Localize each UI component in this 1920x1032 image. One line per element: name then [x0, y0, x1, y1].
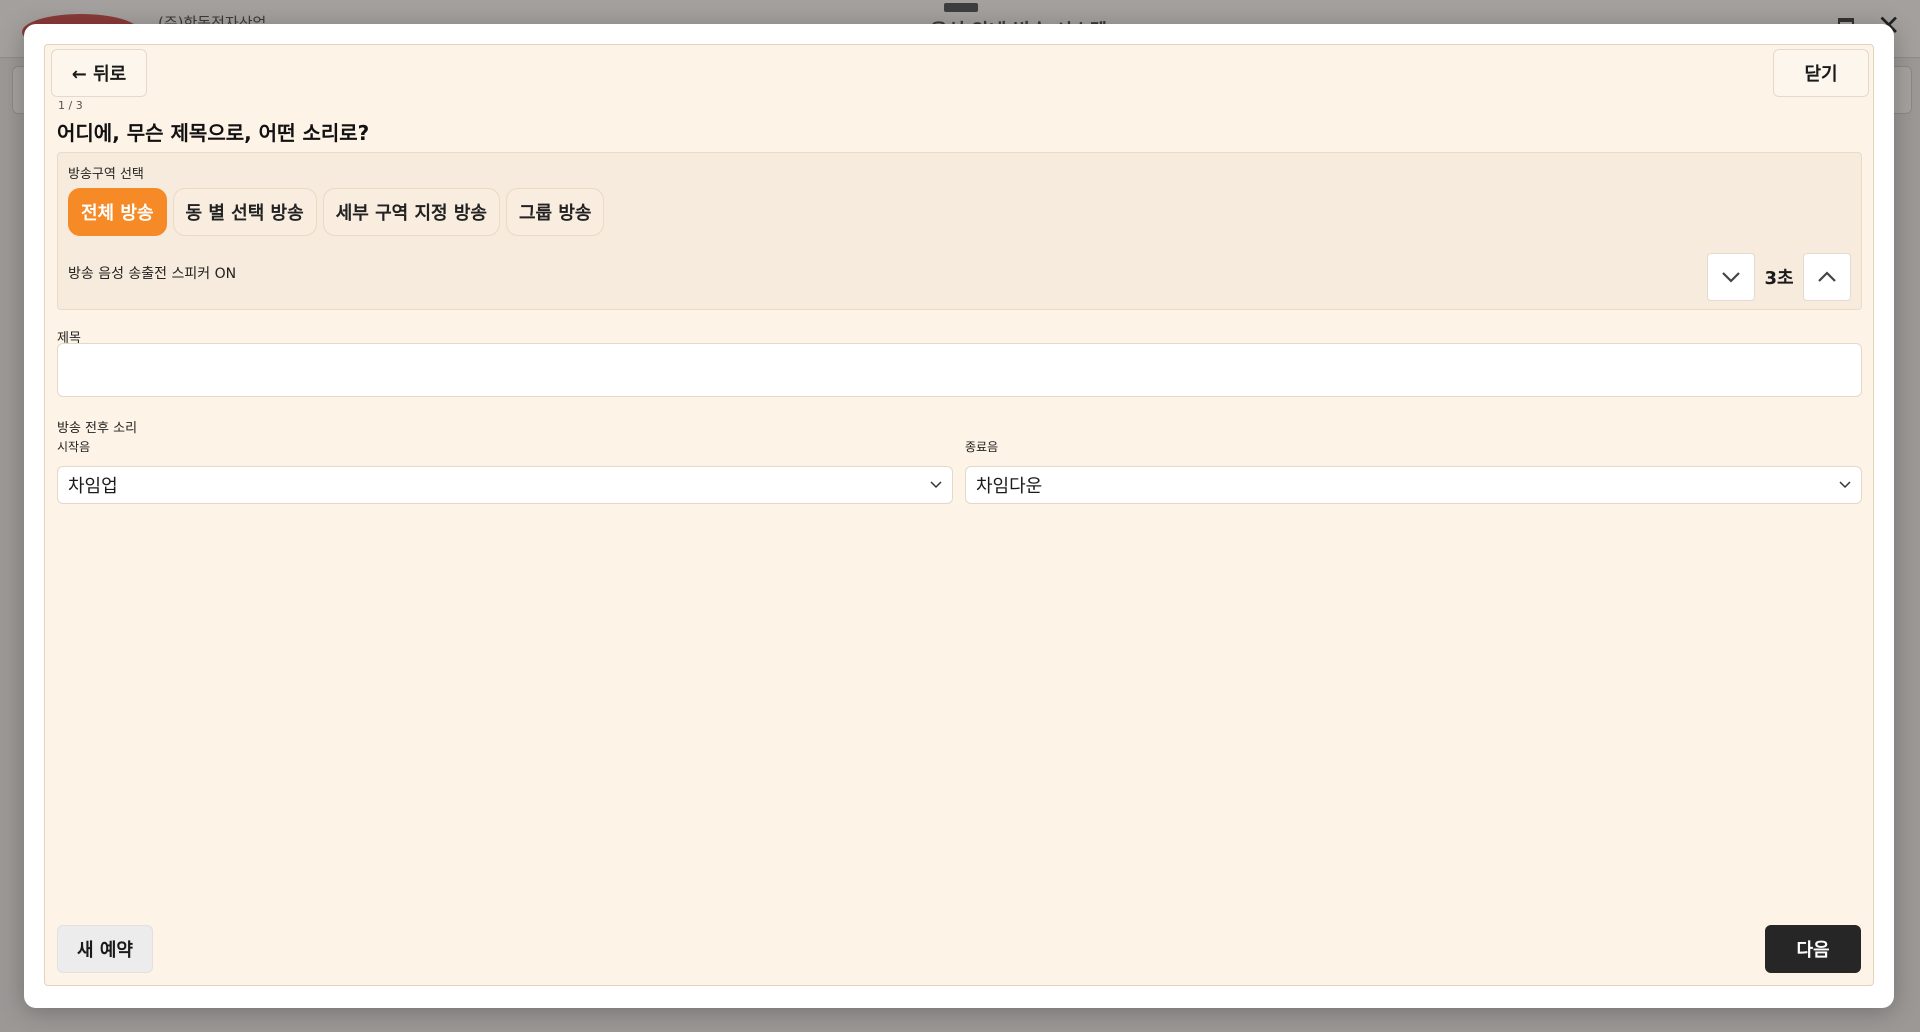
- end-sound-label: 종료음: [965, 440, 999, 454]
- step-indicator: 1 / 3: [58, 99, 83, 112]
- close-button[interactable]: 닫기: [1773, 49, 1869, 97]
- start-sound-label: 시작음: [57, 440, 91, 454]
- start-sound-select[interactable]: 차임업: [57, 466, 953, 504]
- end-sound-value: 차임다운: [976, 476, 1043, 497]
- new-reservation-button[interactable]: 새 예약: [57, 925, 153, 973]
- zone-selection-box: 방송구역 선택 전체 방송 동 별 선택 방송 세부 구역 지정 방송 그룹 방…: [57, 152, 1862, 310]
- tab-detail-zone-broadcast[interactable]: 세부 구역 지정 방송: [322, 188, 500, 236]
- back-button[interactable]: ← 뒤로: [51, 49, 147, 97]
- broadcast-modal: ← 뒤로 닫기 1 / 3 어디에, 무슨 제목으로, 어떤 소리로? 방송구역…: [24, 24, 1894, 1008]
- decrease-button[interactable]: [1707, 253, 1755, 301]
- tab-group-broadcast[interactable]: 그룹 방송: [505, 188, 605, 236]
- speaker-on-label: 방송 음성 송출전 스피커 ON: [68, 266, 237, 282]
- tab-building-broadcast[interactable]: 동 별 선택 방송: [172, 188, 317, 236]
- chevron-down-icon: [930, 481, 942, 489]
- page-title: 어디에, 무슨 제목으로, 어떤 소리로?: [57, 121, 370, 145]
- chevron-up-icon: [1818, 271, 1836, 282]
- modal-panel: ← 뒤로 닫기 1 / 3 어디에, 무슨 제목으로, 어떤 소리로? 방송구역…: [44, 44, 1874, 986]
- start-sound-value: 차임업: [68, 476, 118, 497]
- increase-button[interactable]: [1803, 253, 1851, 301]
- chevron-down-icon: [1839, 481, 1851, 489]
- window-handle: [944, 3, 978, 12]
- speaker-delay-stepper: 3초: [1707, 253, 1851, 301]
- chevron-down-icon: [1722, 272, 1740, 283]
- end-sound-select[interactable]: 차임다운: [965, 466, 1862, 504]
- next-button[interactable]: 다음: [1765, 925, 1861, 973]
- title-input[interactable]: [57, 343, 1862, 397]
- sound-label: 방송 전후 소리: [57, 421, 138, 436]
- speaker-delay-value: 3초: [1764, 268, 1794, 289]
- zone-tabs: 전체 방송 동 별 선택 방송 세부 구역 지정 방송 그룹 방송: [68, 188, 605, 236]
- tab-all-broadcast[interactable]: 전체 방송: [68, 188, 167, 236]
- zone-label: 방송구역 선택: [68, 167, 144, 182]
